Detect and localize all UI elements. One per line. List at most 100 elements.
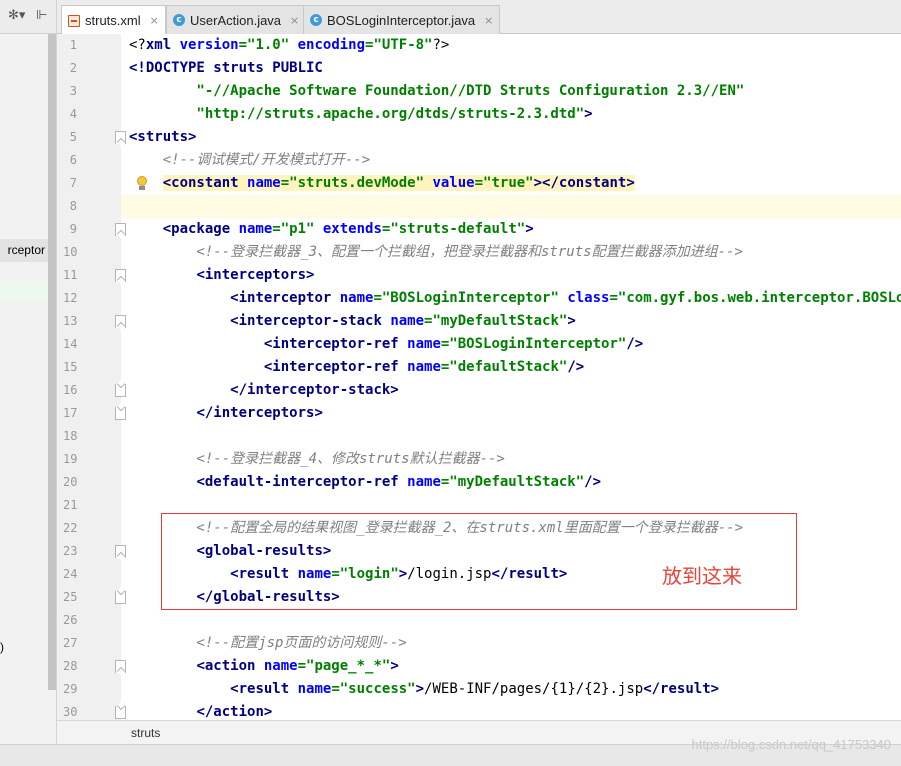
code-text: <interceptor-ref name="BOSLoginIntercept… [263, 336, 644, 352]
code-text: <interceptor name="BOSLoginInterceptor" … [230, 290, 901, 306]
code-line[interactable]: 9 <package name="p1" extends="struts-def… [57, 218, 901, 241]
fold-close-icon[interactable] [115, 706, 126, 719]
line-number: 13 [57, 310, 121, 333]
code-text: <interceptors> [196, 267, 315, 283]
line-number: 9 [57, 218, 121, 241]
project-panel: ✻▾ ⊩ rceptor ) [0, 0, 57, 744]
line-number: 1 [57, 34, 121, 57]
line-number: 8 [57, 195, 121, 218]
code-line[interactable]: 4 "http://struts.apache.org/dtds/struts-… [57, 103, 901, 126]
code-line[interactable]: 28 <action name="page_*_*"> [57, 655, 901, 678]
code-line[interactable]: 19 <!--登录拦截器_4、修改struts默认拦截器--> [57, 448, 901, 471]
project-toolbar: ✻▾ ⊩ [0, 0, 56, 34]
code-text: </interceptor-stack> [230, 382, 399, 398]
close-icon[interactable]: × [290, 14, 299, 27]
code-text: <interceptor-stack name="myDefaultStack"… [230, 313, 576, 329]
line-number-text: 19 [63, 452, 78, 466]
fold-open-icon[interactable] [115, 545, 126, 558]
code-line[interactable]: 14 <interceptor-ref name="BOSLoginInterc… [57, 333, 901, 356]
fold-close-icon[interactable] [115, 591, 126, 604]
line-number-text: 17 [63, 406, 78, 420]
tab-boslogininterceptor-java[interactable]: c BOSLoginInterceptor.java × [303, 5, 501, 34]
line-number: 29 [57, 678, 121, 701]
fold-open-icon[interactable] [115, 269, 126, 282]
code-line[interactable]: 1 <?xml version="1.0" encoding="UTF-8"?> [57, 34, 901, 57]
code-line[interactable]: 5 <struts> [57, 126, 901, 149]
code-line[interactable]: 13 <interceptor-stack name="myDefaultSta… [57, 310, 901, 333]
code-text: <!DOCTYPE struts PUBLIC [129, 60, 323, 76]
code-line[interactable]: 7 <constant name="struts.devMode" value=… [57, 172, 901, 195]
line-number-text: 4 [69, 107, 77, 121]
fold-open-icon[interactable] [115, 660, 126, 673]
fold-close-icon[interactable] [115, 384, 126, 397]
code-text: <action name="page_*_*"> [196, 658, 399, 674]
code-line[interactable]: 10 <!--登录拦截器_3、配置一个拦截组，把登录拦截器和struts配置拦截… [57, 241, 901, 264]
code-lines[interactable]: 1 <?xml version="1.0" encoding="UTF-8"?> 2… [57, 34, 901, 720]
code-text: <default-interceptor-ref name="myDefault… [196, 474, 602, 490]
line-number: 16 [57, 379, 121, 402]
code-line[interactable]: 20 <default-interceptor-ref name="myDefa… [57, 471, 901, 494]
java-class-icon: c [310, 14, 322, 26]
line-number: 21 [57, 494, 121, 517]
code-line[interactable]: 27 <!--配置jsp页面的访问规则--> [57, 632, 901, 655]
project-tree-item-label: ) [0, 640, 4, 654]
close-icon[interactable]: × [484, 14, 493, 27]
line-number-text: 3 [69, 84, 77, 98]
split-icon[interactable]: ⊩ [36, 9, 47, 23]
line-number-text: 15 [63, 360, 78, 374]
code-line[interactable]: 17 </interceptors> [57, 402, 901, 425]
line-number-text: 23 [63, 544, 78, 558]
line-number-text: 12 [63, 291, 78, 305]
code-text: </action> [196, 704, 273, 720]
code-line[interactable]: 29 <result name="success">/WEB-INF/pages… [57, 678, 901, 701]
code-line[interactable]: 12 <interceptor name="BOSLoginIntercepto… [57, 287, 901, 310]
code-line[interactable]: 18 [57, 425, 901, 448]
line-number: 19 [57, 448, 121, 471]
fold-open-icon[interactable] [115, 315, 126, 328]
line-number-text: 30 [63, 705, 78, 719]
editor-tab-bar: struts.xml × c UserAction.java × c BOSLo… [57, 0, 901, 35]
project-scrollbar[interactable] [48, 34, 56, 690]
close-icon[interactable]: × [150, 14, 159, 27]
line-number-text: 8 [69, 199, 77, 213]
line-number: 4 [57, 103, 121, 126]
tab-struts-xml[interactable]: struts.xml × [61, 5, 166, 35]
breadcrumb[interactable]: struts [131, 726, 160, 740]
code-text: <!--调试模式/开发模式打开--> [129, 152, 371, 168]
watermark: https://blog.csdn.net/qq_41753340 [691, 737, 892, 752]
line-number-text: 27 [63, 636, 78, 650]
project-tree-item-selected[interactable]: rceptor [0, 239, 48, 262]
tab-useraction-java[interactable]: c UserAction.java × [166, 5, 307, 34]
code-text: </interceptors> [196, 405, 323, 421]
line-number: 17 [57, 402, 121, 425]
fold-open-icon[interactable] [115, 223, 126, 236]
code-text: <result name="success">/WEB-INF/pages/{1… [230, 681, 720, 697]
code-line[interactable]: 6 <!--调试模式/开发模式打开--> [57, 149, 901, 172]
code-line[interactable]: 16 </interceptor-stack> [57, 379, 901, 402]
code-line[interactable]: 30 </action> [57, 701, 901, 720]
annotation-text: 放到这来 [662, 564, 742, 588]
code-editor[interactable]: 1 <?xml version="1.0" encoding="UTF-8"?> 2… [57, 34, 901, 720]
code-line[interactable]: 11 <interceptors> [57, 264, 901, 287]
code-line[interactable]: 3 "-//Apache Software Foundation//DTD St… [57, 80, 901, 103]
line-number-text: 25 [63, 590, 78, 604]
code-line[interactable]: 2 <!DOCTYPE struts PUBLIC [57, 57, 901, 80]
code-text: <interceptor-ref name="defaultStack"/> [263, 359, 585, 375]
gear-icon[interactable]: ✻▾ [8, 9, 25, 23]
line-number: 3 [57, 80, 121, 103]
line-number: 11 [57, 264, 121, 287]
code-line[interactable]: 8 [57, 195, 901, 218]
line-number-text: 20 [63, 475, 78, 489]
line-number-text: 11 [63, 268, 78, 282]
tab-label: BOSLoginInterceptor.java [327, 12, 476, 28]
code-line[interactable]: 15 <interceptor-ref name="defaultStack"/… [57, 356, 901, 379]
line-number-text: 21 [63, 498, 78, 512]
code-text: "http://struts.apache.org/dtds/struts-2.… [129, 106, 593, 122]
fold-close-icon[interactable] [115, 407, 126, 420]
line-number-text: 26 [63, 613, 78, 627]
code-line[interactable]: 26 [57, 609, 901, 632]
line-number-text: 29 [63, 682, 78, 696]
fold-open-icon[interactable] [115, 131, 126, 144]
line-number-text: 13 [63, 314, 78, 328]
line-number-text: 14 [63, 337, 78, 351]
